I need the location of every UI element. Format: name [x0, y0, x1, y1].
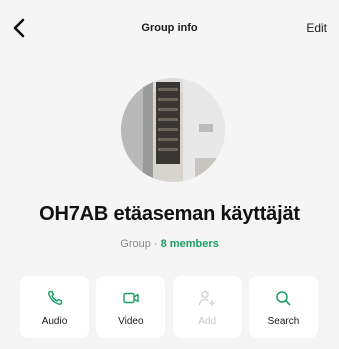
phone-icon — [47, 290, 62, 305]
navigation-bar: Group info Edit — [0, 0, 339, 60]
edit-button[interactable]: Edit — [306, 21, 327, 35]
add-user-icon — [199, 290, 216, 306]
page-title: Group info — [141, 22, 198, 34]
add-label: Add — [198, 316, 217, 327]
video-label: Video — [118, 316, 144, 327]
audio-call-button[interactable]: Audio — [20, 276, 89, 338]
search-icon — [276, 291, 291, 306]
search-button[interactable]: Search — [248, 276, 318, 338]
group-type-label: Group · — [120, 238, 161, 250]
members-count-link[interactable]: 8 members — [161, 238, 219, 250]
add-participant-button[interactable]: Add — [172, 276, 242, 338]
group-name: OH7AB etäaseman käyttäjät — [39, 203, 300, 225]
search-label: Search — [267, 316, 300, 327]
group-photo — [121, 78, 225, 182]
group-subtitle: Group · 8 members — [0, 238, 339, 250]
action-row: Audio Video Add Search — [20, 276, 318, 338]
video-icon — [123, 292, 139, 304]
group-avatar[interactable] — [121, 78, 225, 182]
audio-label: Audio — [41, 316, 68, 327]
video-call-button[interactable]: Video — [96, 276, 166, 338]
group-info-screen: Group info Edit OH7AB etäaseman käyttäjä… — [0, 0, 339, 349]
